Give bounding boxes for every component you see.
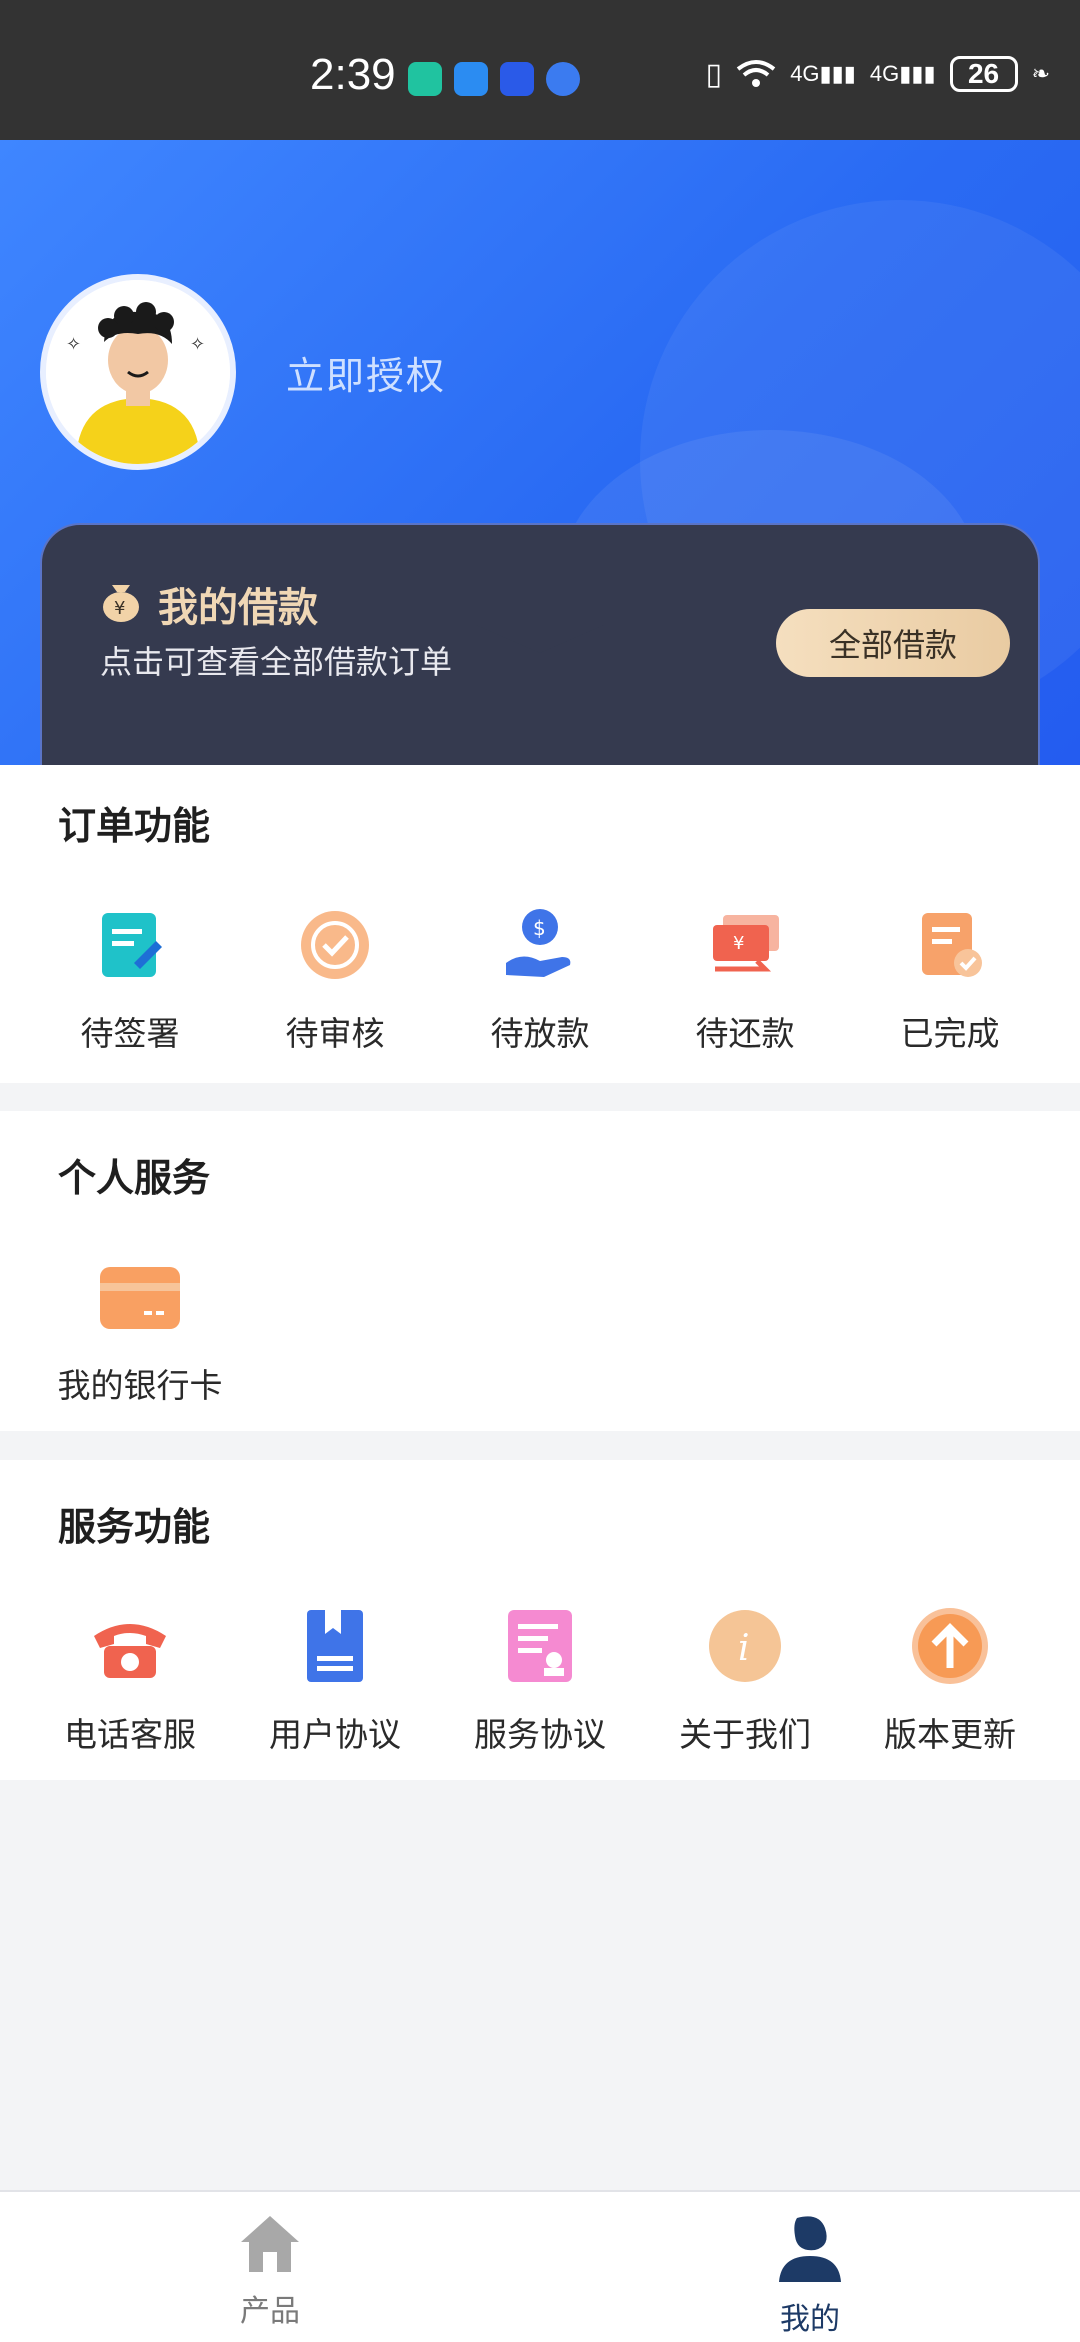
phone-icon — [94, 1624, 166, 1678]
order-item-to-disburse[interactable]: $ 待放款 — [460, 905, 620, 1055]
profile-icon — [779, 2216, 841, 2282]
bank-card-item[interactable]: 我的银行卡 — [40, 1257, 240, 1407]
repay-icon: ¥ — [713, 915, 779, 972]
authorize-link[interactable]: 立即授权 — [286, 345, 446, 400]
svg-text:$: $ — [533, 916, 546, 940]
signal-2-icon: 4G▮▮▮ — [869, 61, 936, 86]
service-item-service-agreement[interactable]: 服务协议 — [460, 1606, 620, 1756]
money-hand-icon: $ — [506, 909, 571, 977]
status-bar: 2:39 ▯ 4G▮▮▮ 4G▮▮▮ 26 ❧ — [0, 0, 1080, 140]
personal-section: 个人服务 我的银行卡 — [0, 1111, 1080, 1431]
service-item-version-update[interactable]: 版本更新 — [870, 1606, 1030, 1756]
leaf-icon: ❧ — [1031, 61, 1050, 86]
review-check-icon — [301, 911, 369, 979]
service-item-about-us[interactable]: i 关于我们 — [665, 1606, 825, 1756]
loan-card-subtitle: 点击可查看全部借款订单 — [100, 643, 453, 681]
bottom-nav: 产品 我的 — [0, 2190, 1080, 2342]
service-agreement-icon — [508, 1610, 572, 1682]
bank-card-icon — [100, 1267, 180, 1329]
order-section: 订单功能 待签署 待审核 $ 待放款 ¥ 待还款 已完成 — [0, 765, 1080, 1083]
order-item-completed[interactable]: 已完成 — [870, 905, 1030, 1055]
profile-header: ✧ ✧ 立即授权 ¥ 我的借款 点击可查看全部借款订单 全部借款 — [0, 140, 1080, 765]
completed-doc-icon — [922, 913, 982, 977]
service-section: 服务功能 电话客服 用户协议 服务协议 i 关于我们 版本更新 — [0, 1460, 1080, 1780]
battery-icon: 26 — [949, 56, 1018, 92]
info-icon: i — [709, 1610, 781, 1682]
service-item-phone[interactable]: 电话客服 — [50, 1606, 210, 1756]
vibrate-icon: ▯ — [705, 57, 723, 91]
upload-arrow-icon — [912, 1608, 988, 1684]
order-section-title: 订单功能 — [58, 804, 211, 848]
personal-section-title: 个人服务 — [58, 1156, 211, 1200]
notification-browser-icon — [546, 62, 580, 96]
svg-text:i: i — [738, 1628, 750, 1669]
nav-tab-mine[interactable]: 我的 — [710, 2212, 910, 2338]
svg-text:✧: ✧ — [190, 334, 205, 355]
avatar[interactable]: ✧ ✧ — [40, 274, 236, 470]
loan-card-title: 我的借款 — [158, 585, 318, 631]
user-agreement-icon — [307, 1610, 363, 1682]
all-loans-button[interactable]: 全部借款 — [776, 609, 1010, 677]
order-item-reviewing[interactable]: 待审核 — [255, 905, 415, 1055]
money-bag-icon: ¥ — [103, 585, 139, 622]
home-icon — [241, 2216, 299, 2272]
order-item-to-sign[interactable]: 待签署 — [50, 905, 210, 1055]
order-item-to-repay[interactable]: ¥ 待还款 — [665, 905, 825, 1055]
service-item-user-agreement[interactable]: 用户协议 — [255, 1606, 415, 1756]
nav-tab-products[interactable]: 产品 — [170, 2212, 370, 2330]
status-time: 2:39 — [310, 50, 396, 99]
notification-message-icon — [454, 62, 488, 96]
card-pointer — [476, 625, 604, 653]
wifi-icon — [736, 60, 776, 87]
svg-text:¥: ¥ — [114, 598, 125, 619]
svg-text:✧: ✧ — [66, 334, 81, 355]
notification-shield-icon — [408, 62, 442, 96]
notification-app-icon — [500, 62, 534, 96]
signal-1-icon: 4G▮▮▮ — [790, 61, 856, 86]
avatar-illustration: ✧ ✧ — [46, 280, 230, 464]
svg-text:¥: ¥ — [733, 933, 744, 954]
sign-doc-icon — [102, 913, 162, 977]
service-section-title: 服务功能 — [58, 1505, 211, 1549]
